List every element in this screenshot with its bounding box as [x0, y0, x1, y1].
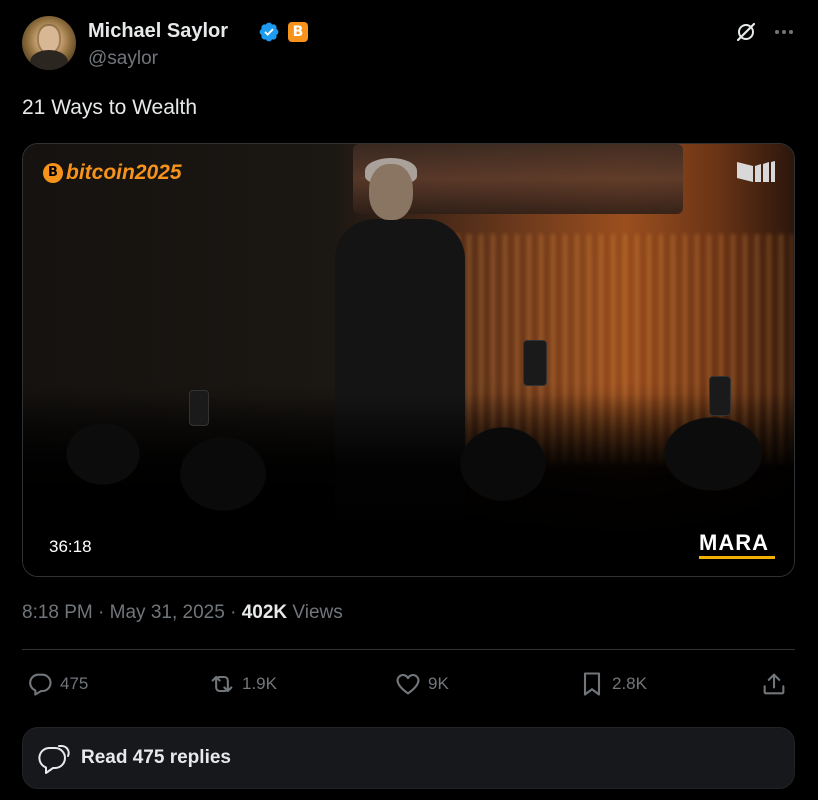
audience-phone: [189, 390, 209, 426]
like-count: 9K: [428, 674, 449, 693]
reply-button[interactable]: 475: [26, 668, 88, 700]
bookmark-count: 2.8K: [612, 674, 647, 693]
bitcoin-badge-icon: B: [288, 22, 308, 42]
tweet-date[interactable]: May 31, 2025: [110, 602, 225, 623]
views-count: 402K: [241, 602, 288, 623]
audience-phone: [709, 376, 731, 416]
more-horizontal-icon[interactable]: [772, 20, 796, 44]
repost-icon: [211, 675, 233, 693]
audience-silhouettes: [23, 394, 794, 576]
repost-button[interactable]: 1.9K: [208, 668, 277, 700]
action-bar: 475 1.9K 9K 2.8K: [22, 668, 795, 700]
divider: [22, 649, 795, 650]
audience-phone: [523, 340, 547, 386]
read-replies-label: Read 475 replies: [81, 747, 231, 768]
like-button[interactable]: 9K: [394, 668, 449, 700]
bookmark-icon: [583, 672, 601, 696]
tweet-time[interactable]: 8:18 PM: [22, 602, 93, 623]
avatar-face: [39, 26, 59, 52]
reply-bubble-icon: [29, 673, 52, 696]
grok-icon[interactable]: [734, 20, 758, 44]
mara-logo: MARA: [699, 530, 769, 555]
video-player[interactable]: B bitcoin2025 36:18 MARA: [22, 143, 795, 577]
heart-icon: [396, 673, 420, 695]
broadcaster-watermark-icon: [737, 161, 775, 182]
tweet-meta: 8:18 PM · May 31, 2025 · 402K Views: [22, 602, 343, 624]
share-icon: [763, 673, 785, 695]
author-handle[interactable]: @saylor: [88, 48, 158, 70]
reply-count: 475: [60, 674, 89, 693]
avatar[interactable]: [22, 16, 76, 70]
repost-count: 1.9K: [242, 674, 277, 693]
bitcoin-coin-icon: B: [43, 163, 63, 183]
bitcoin2025-wordmark: bitcoin2025: [66, 161, 182, 184]
meta-separator: ·: [98, 602, 105, 623]
share-button[interactable]: [760, 668, 788, 700]
video-duration: 36:18: [41, 534, 100, 560]
mara-logo-underline: [699, 556, 775, 559]
speaker-head: [369, 164, 413, 220]
bookmark-button[interactable]: 2.8K: [578, 668, 647, 700]
meta-separator: ·: [230, 602, 237, 623]
read-replies-button[interactable]: Read 475 replies: [22, 727, 795, 789]
bitcoin2025-logo: B bitcoin2025: [43, 160, 182, 186]
verified-check-icon: [259, 22, 279, 42]
chat-bubbles-icon: [38, 745, 70, 774]
avatar-shoulders: [30, 50, 68, 70]
author-name[interactable]: Michael Saylor: [88, 20, 228, 43]
tweet-text: 21 Ways to Wealth: [22, 96, 198, 119]
views-label: Views: [292, 602, 343, 623]
tweet-header: Michael Saylor B @saylor: [22, 16, 796, 72]
